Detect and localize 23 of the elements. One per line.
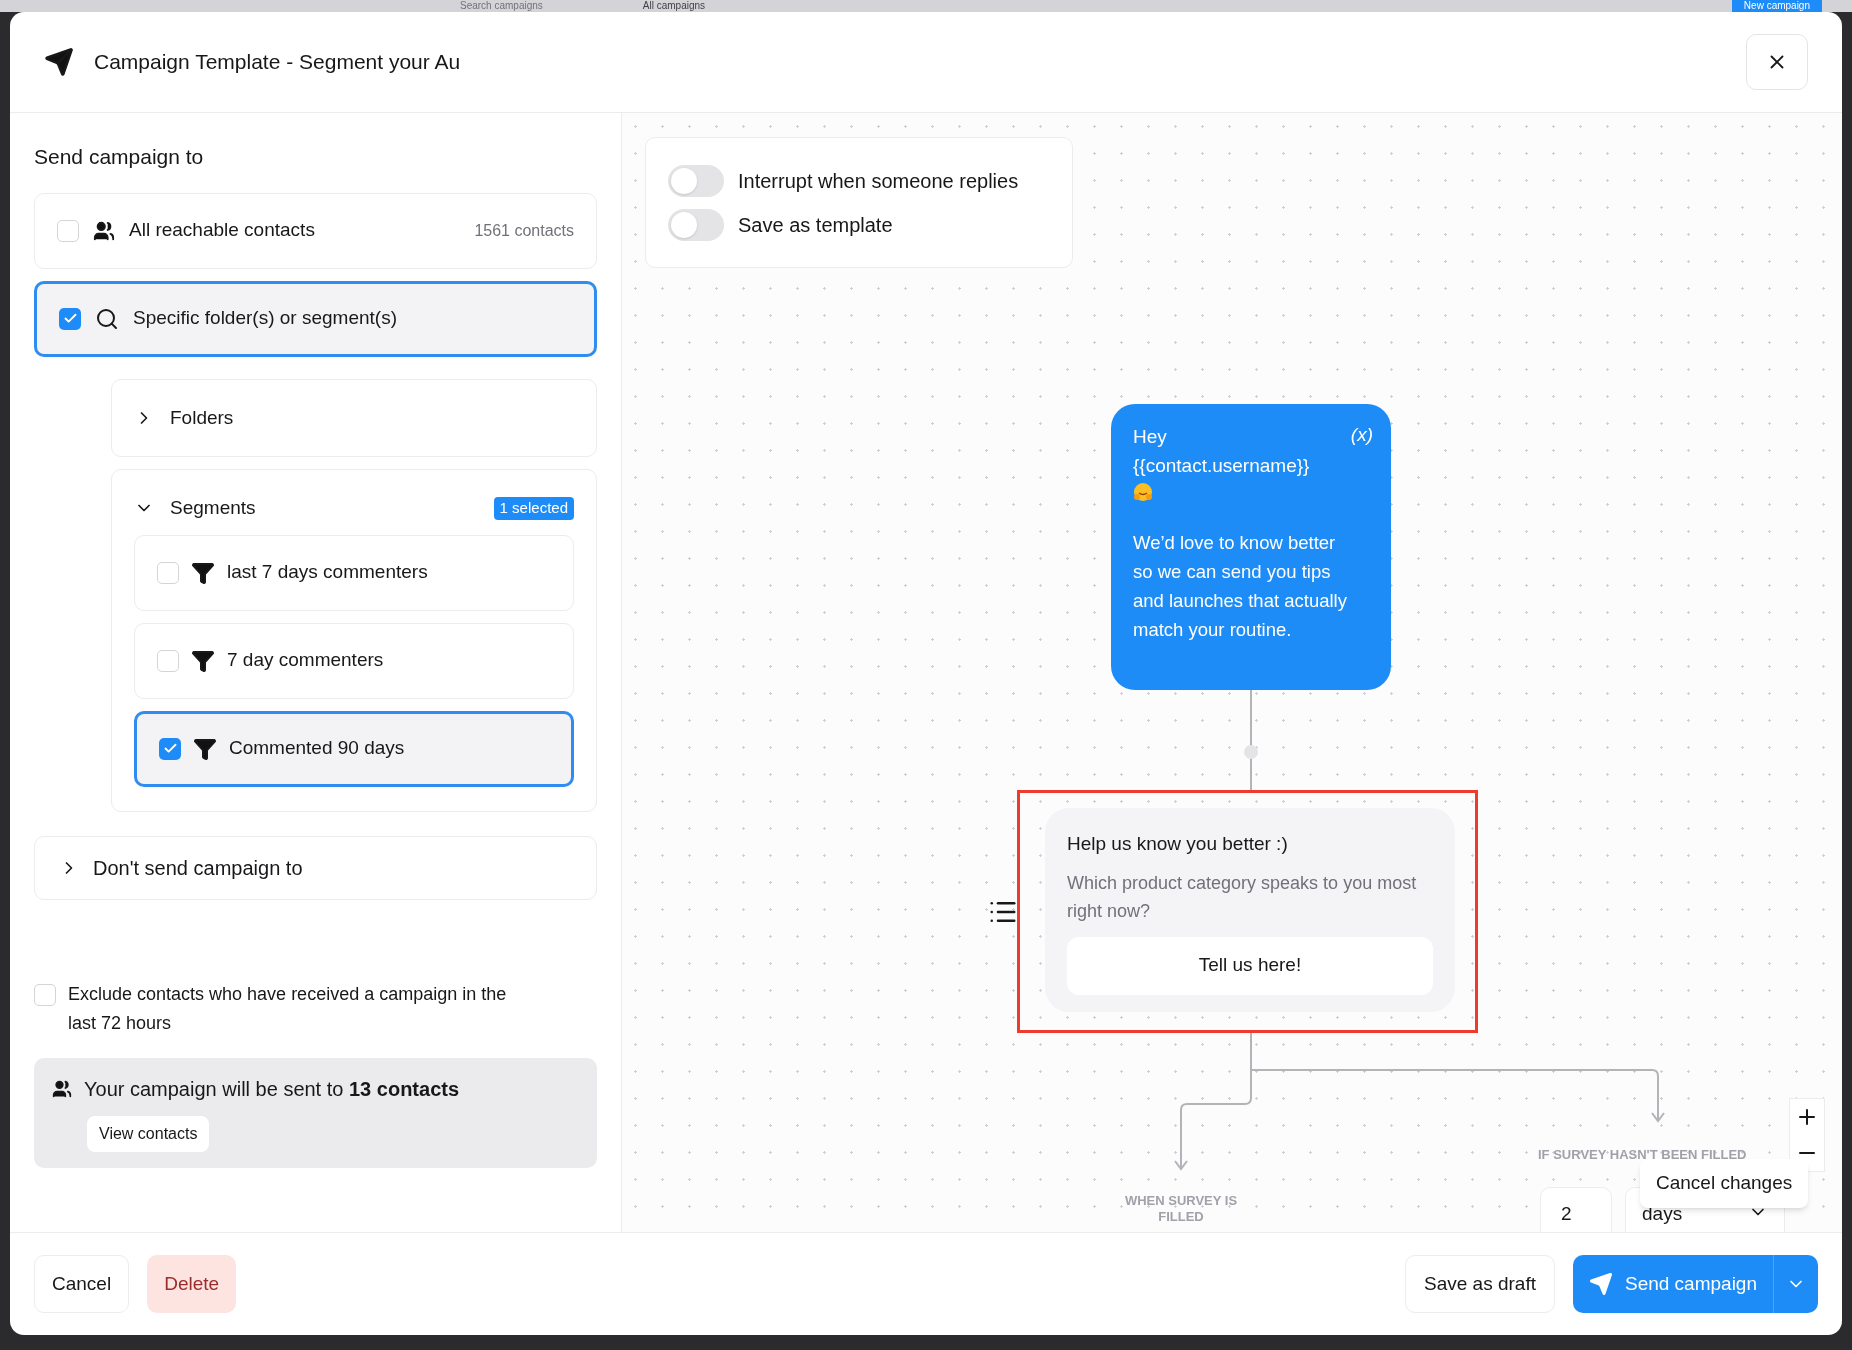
group-label: Folders (170, 405, 234, 430)
toggle-label: Interrupt when someone replies (738, 168, 1019, 194)
section-label: Don't send campaign to (93, 855, 303, 881)
segment-label: last 7 days commenters (227, 560, 428, 585)
message-body: We’d love to know better so we can send you tips and launches that actually match your routine. (1133, 531, 1348, 642)
selected-count: 1 selected (493, 497, 574, 520)
section-heading: Send campaign to (34, 144, 205, 170)
exclude-label: Exclude contacts who have received a campaign in the last 72 hours (68, 982, 508, 1035)
option-label: Specific folder(s) or segment(s) (133, 306, 397, 331)
option-label: All reachable contacts (129, 218, 315, 243)
variable-text: {{contact.username}} (1133, 454, 1311, 478)
modal-title: Campaign Template - Segment your Au (94, 49, 461, 76)
background-filter: All campaigns (642, 0, 706, 12)
survey-title: Help us know you better :) (1067, 832, 1289, 856)
segment-label: 7 day commenters (227, 648, 384, 673)
summary-text: Your campaign will be sent to 13 contacts (84, 1076, 460, 1102)
group-label: Segments (170, 496, 256, 520)
branch-label: WHEN SURVEY IS FILLED (1123, 1193, 1239, 1225)
segment-label: Commented 90 days (229, 736, 405, 761)
survey-question: Which product category speaks to you most right now? (1067, 871, 1418, 923)
greeting-text: Hey (1133, 425, 1167, 449)
toggle-label: Save as template (738, 212, 893, 238)
contact-count: 1561 contacts (474, 220, 574, 241)
